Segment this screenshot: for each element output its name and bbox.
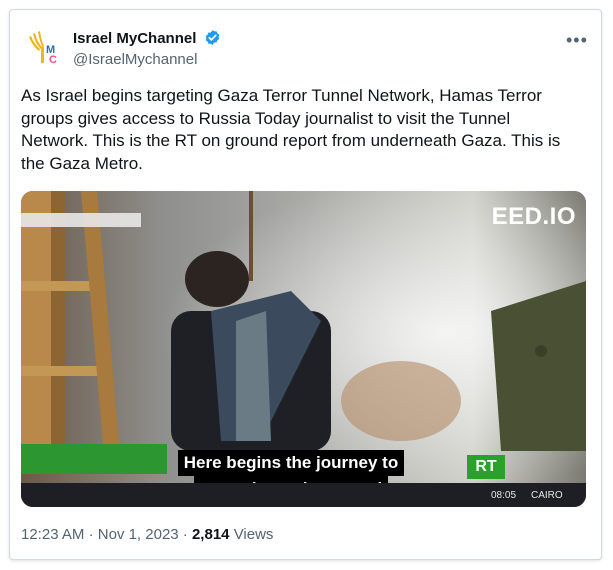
svg-text:C: C [49, 54, 57, 66]
tweet-time[interactable]: 12:23 AM [21, 526, 84, 543]
views-label: Views [233, 526, 274, 543]
author-name-row[interactable]: Israel MyChannel [73, 29, 221, 47]
ticker-time: 08:05 [491, 490, 517, 501]
video-media[interactable]: EED.IO Here begins the journey to enter … [21, 191, 586, 507]
verified-badge-icon [204, 29, 221, 46]
ticker-city: CAIRO [531, 490, 563, 501]
author-handle[interactable]: @IsraelMychannel [73, 51, 197, 68]
news-lower-third [21, 444, 167, 474]
caption-line-1: Here begins the journey to [177, 450, 405, 476]
views-count: 2,814 [191, 526, 230, 543]
watermark: EED.IO [491, 203, 576, 230]
tweet-date[interactable]: Nov 1, 2023 [98, 526, 179, 543]
meta-separator: · [88, 526, 94, 543]
author-name[interactable]: Israel MyChannel [73, 30, 196, 47]
avatar[interactable]: M C [23, 27, 65, 69]
tweet-meta: 12:23 AM · Nov 1, 2023 · 2,814 Views [21, 526, 273, 543]
channel-logo: RT [467, 455, 505, 479]
more-horizontal-icon[interactable]: ••• [566, 30, 588, 51]
tweet-text: As Israel begins targeting Gaza Terror T… [21, 86, 561, 173]
meta-separator: · [182, 526, 188, 543]
news-ticker: 08:05 CAIRO [21, 483, 586, 507]
